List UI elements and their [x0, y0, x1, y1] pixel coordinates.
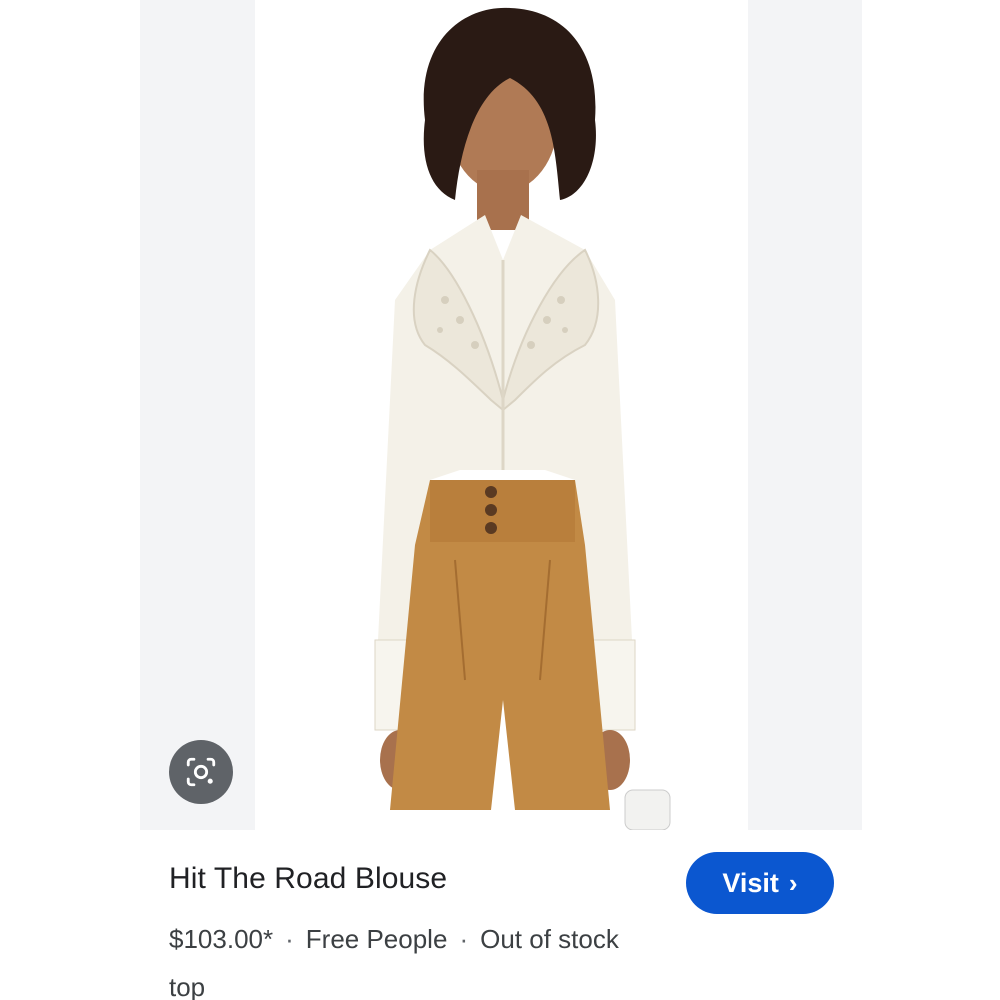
visit-button[interactable]: Visit ›	[686, 852, 834, 914]
separator: ·	[459, 924, 469, 954]
visit-button-label: Visit	[722, 867, 779, 898]
separator: ·	[285, 924, 294, 954]
product-availability: Out of stock	[480, 924, 619, 954]
product-price: $103.00*	[169, 924, 274, 954]
shopping-result-card: Hit The Road Blouse Visit › $103.00* · Fre…	[0, 0, 1000, 1000]
product-image-panel[interactable]	[140, 0, 862, 830]
product-merchant: Free People	[305, 924, 448, 954]
google-lens-icon	[186, 757, 216, 787]
product-meta: $103.00* · Free People · Out of stock	[169, 924, 619, 955]
product-title[interactable]: Hit The Road Blouse	[169, 862, 447, 896]
chevron-right-icon: ›	[788, 868, 798, 898]
product-category: top	[169, 972, 206, 1000]
google-lens-button[interactable]	[169, 740, 233, 804]
product-photo[interactable]	[255, 0, 748, 830]
